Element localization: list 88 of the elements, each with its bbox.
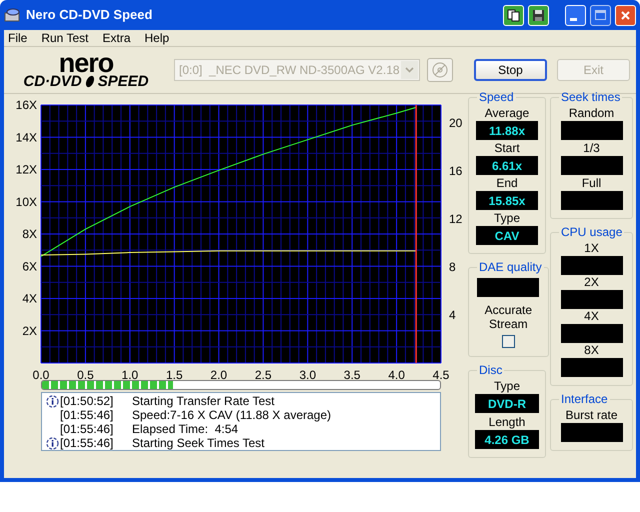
logo-brand: nero <box>58 52 114 74</box>
axis-label: 10X <box>16 194 37 209</box>
readout-display: DVD-R <box>475 394 539 413</box>
field-label: Type <box>494 379 520 394</box>
close-button[interactable] <box>615 4 636 26</box>
field-label: Length <box>488 415 526 430</box>
readout-display <box>560 423 622 442</box>
group-title: Disc <box>478 362 504 379</box>
readout-display <box>477 278 540 297</box>
field-label: Full <box>582 176 602 191</box>
save-icon[interactable] <box>528 4 549 26</box>
group-title: Seek times <box>560 89 622 106</box>
axis-label: 8X <box>22 227 37 241</box>
checkbox[interactable] <box>502 335 515 348</box>
field-label: End <box>496 176 518 191</box>
axis-label: 4.0 <box>388 368 405 380</box>
readout-display <box>560 324 622 343</box>
window-title: Nero CD-DVD Speed <box>26 6 152 24</box>
log-time: [01:55:46] <box>60 436 114 450</box>
checkbox-label: Accurate Stream <box>484 303 534 331</box>
logo-product: SPEED <box>98 74 149 88</box>
readout-display: 4.26 GB <box>475 430 539 449</box>
axis-label: 1.0 <box>122 368 138 380</box>
axis-label: 0.5 <box>77 368 94 380</box>
chevron-down-icon <box>401 61 418 79</box>
readout-display <box>560 156 622 175</box>
field-label: 8X <box>584 343 599 358</box>
maximize-button[interactable] <box>590 4 611 26</box>
group-title: Speed <box>478 89 515 106</box>
field-label: Random <box>568 106 614 121</box>
menu-item[interactable]: File <box>8 29 28 47</box>
field-label: Type <box>494 211 520 226</box>
axis-label: 16X <box>16 98 37 112</box>
axis-label: 3.0 <box>299 368 316 380</box>
info-icon <box>46 394 59 408</box>
minimize-button[interactable] <box>565 4 586 26</box>
readout-display <box>560 191 622 210</box>
log-time: [01:55:46] <box>60 422 114 436</box>
log-message: Speed:7-16 X CAV (11.88 X average) <box>132 408 332 422</box>
menu-item[interactable]: Help <box>144 29 170 47</box>
field-label: 1X <box>584 241 599 256</box>
log-message: Elapsed Time: 4:54 <box>132 422 238 436</box>
axis-label: 2.0 <box>210 368 228 380</box>
close-icon <box>620 10 631 20</box>
axis-label: 4.5 <box>432 368 450 380</box>
axis-label: 2X <box>22 324 37 338</box>
readout-display <box>560 256 622 275</box>
log-message: Starting Seek Times Test <box>132 436 265 450</box>
menu-item[interactable]: Extra <box>102 29 130 47</box>
readout-display <box>560 290 622 309</box>
readout-display: 15.85x <box>476 191 538 210</box>
readout-display <box>560 121 622 140</box>
group-title: CPU usage <box>560 224 624 241</box>
disc-icon <box>432 62 448 78</box>
field-label: Start <box>494 141 520 156</box>
axis-label: 12X <box>16 162 37 176</box>
readout-display <box>560 358 622 377</box>
axis-label: 12 <box>449 212 462 226</box>
field-label: 4X <box>584 309 599 324</box>
axis-label: 1.5 <box>166 368 183 380</box>
logo-product: CD·DVD <box>23 74 82 88</box>
field-label: 1/3 <box>583 141 600 156</box>
axis-label: 0.0 <box>32 368 50 380</box>
disc-logo-icon <box>84 74 96 88</box>
axis-label: 8 <box>449 260 456 274</box>
axis-label: 6X <box>22 259 37 274</box>
axis-label: 4X <box>22 292 37 306</box>
app-icon <box>4 7 22 23</box>
log-time: [01:55:46] <box>60 408 114 422</box>
axis-label: 2.5 <box>254 368 272 380</box>
readout-display: 11.88x <box>476 121 538 140</box>
log-message: Starting Transfer Rate Test <box>132 394 275 408</box>
readout-display: 6.61x <box>476 156 538 175</box>
axis-label: 20 <box>449 116 462 130</box>
action-button[interactable]: Stop <box>474 59 547 81</box>
copy-icon[interactable] <box>503 4 524 26</box>
readout-display: CAV <box>476 226 538 245</box>
axis-label: 14X <box>16 130 37 144</box>
field-label: 2X <box>584 275 599 290</box>
log-time: [01:50:52] <box>60 394 114 408</box>
axis-label: 4 <box>449 308 456 322</box>
group-title: DAE quality <box>478 259 543 276</box>
axis-label: 16 <box>449 164 462 178</box>
field-label: Burst rate <box>565 408 618 423</box>
group-title: Interface <box>560 391 609 408</box>
field-label: Average <box>484 106 530 121</box>
menu-item[interactable]: Run Test <box>41 29 88 47</box>
axis-label: 3.5 <box>344 368 360 380</box>
